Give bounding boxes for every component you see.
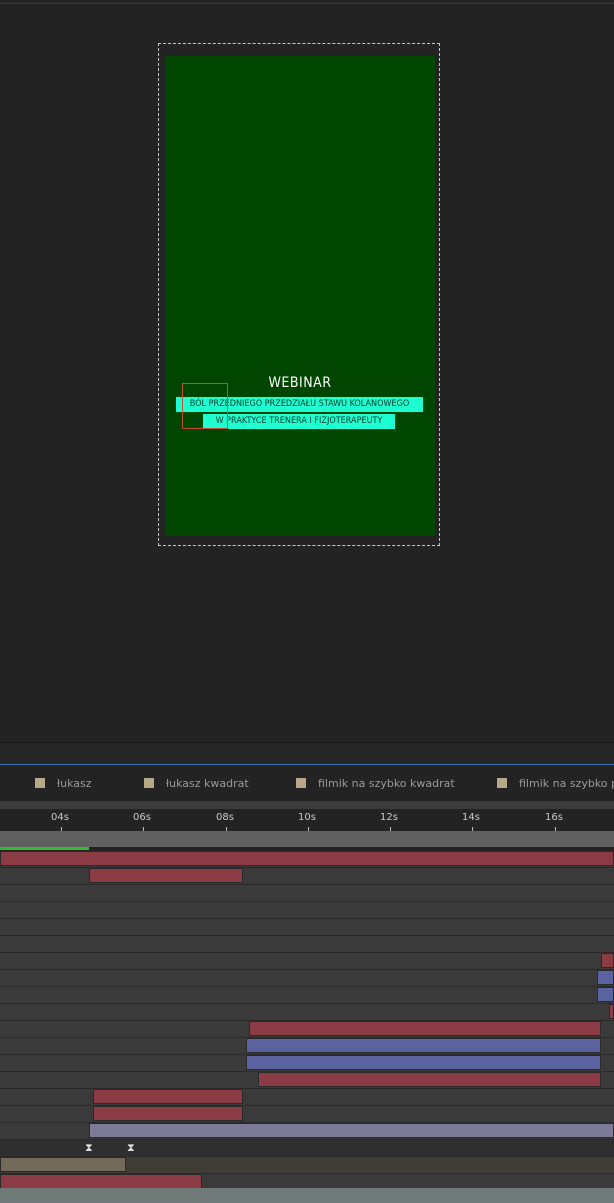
- layer-bar[interactable]: [0, 1157, 126, 1172]
- timeline-footer: [0, 1188, 614, 1203]
- layer-bar[interactable]: [597, 987, 614, 1002]
- layer-track: [0, 868, 614, 885]
- timeline-navigator[interactable]: [0, 801, 614, 809]
- layer-bar[interactable]: [258, 1072, 601, 1087]
- layer-track: [0, 970, 614, 987]
- render-progress-indicator: [0, 847, 89, 850]
- layer-bar[interactable]: [246, 1055, 601, 1070]
- layer-bar[interactable]: [93, 1089, 243, 1104]
- tab-label: łukasz: [57, 776, 92, 790]
- layer-track: [0, 1089, 614, 1106]
- layer-track: [0, 1021, 614, 1038]
- layer-track: [0, 902, 614, 919]
- layer-bar[interactable]: [0, 851, 614, 866]
- work-area-bar[interactable]: [0, 831, 614, 847]
- layer-track: [0, 885, 614, 902]
- layer-bar[interactable]: [601, 953, 614, 968]
- composition-canvas[interactable]: [165, 56, 435, 536]
- layer-track: [0, 1072, 614, 1089]
- layer-bar[interactable]: [249, 1021, 601, 1036]
- tab-filmik-pionowy[interactable]: filmik na szybko pio: [497, 765, 614, 801]
- time-ruler[interactable]: 04s 06s 08s 10s 12s 14s 16s: [0, 809, 614, 832]
- panel-divider[interactable]: [0, 742, 614, 765]
- layer-bar[interactable]: [93, 1106, 243, 1121]
- tab-lukasz[interactable]: łukasz: [35, 765, 92, 801]
- composition-swatch-icon: [296, 778, 306, 788]
- subtitle-line-2[interactable]: W PRAKTYCE TRENERA I FIZJOTERAPEUTY: [203, 414, 395, 429]
- composition-swatch-icon: [497, 778, 507, 788]
- work-area-end-marker[interactable]: ⧗: [127, 1142, 135, 1153]
- tick-label: 12s: [380, 812, 398, 823]
- layer-track: [0, 936, 614, 953]
- tab-label: filmik na szybko pio: [519, 776, 614, 790]
- viewer-top-divider: [0, 3, 614, 4]
- layer-bar[interactable]: [246, 1038, 601, 1053]
- tab-lukasz-kwadrat[interactable]: łukasz kwadrat: [144, 765, 249, 801]
- layer-track: [0, 953, 614, 970]
- tab-filmik-kwadrat[interactable]: filmik na szybko kwadrat: [296, 765, 455, 801]
- composition-tab-bar: łukasz łukasz kwadrat filmik na szybko k…: [0, 765, 614, 801]
- layer-selection-box[interactable]: [182, 383, 228, 429]
- layer-track: [0, 851, 614, 868]
- tick-label: 04s: [51, 812, 69, 823]
- layer-track: [0, 1123, 614, 1140]
- tab-label: łukasz kwadrat: [166, 776, 249, 790]
- composition-swatch-icon: [35, 778, 45, 788]
- layer-track: [0, 1004, 614, 1021]
- composition-swatch-icon: [144, 778, 154, 788]
- work-area-start-marker[interactable]: ⧗: [85, 1142, 93, 1153]
- layer-bar[interactable]: [0, 1174, 202, 1189]
- layer-track: [0, 1106, 614, 1123]
- layer-bar[interactable]: [89, 1123, 614, 1138]
- layer-track: [0, 987, 614, 1004]
- layer-track: [0, 919, 614, 936]
- layer-track: [0, 1038, 614, 1055]
- tick-label: 16s: [545, 812, 563, 823]
- layer-bar[interactable]: [597, 970, 614, 985]
- tick-label: 14s: [462, 812, 480, 823]
- tick-label: 10s: [298, 812, 316, 823]
- tick-label: 08s: [216, 812, 234, 823]
- layer-bar[interactable]: [89, 868, 243, 883]
- tick-label: 06s: [133, 812, 151, 823]
- layer-track: [0, 1055, 614, 1072]
- layer-bar[interactable]: [609, 1004, 614, 1019]
- layer-track: [0, 1157, 614, 1174]
- tab-label: filmik na szybko kwadrat: [318, 776, 455, 790]
- layer-track: ⧗ ⧗: [0, 1140, 614, 1157]
